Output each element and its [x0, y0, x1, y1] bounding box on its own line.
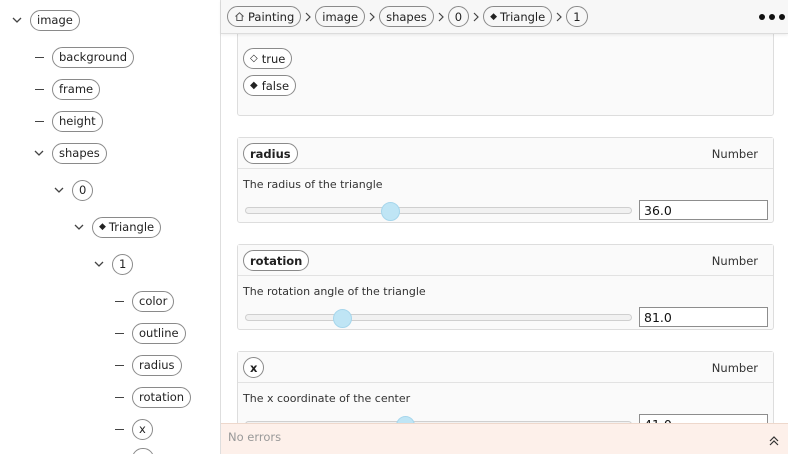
field-name-badge: rotation — [243, 250, 310, 271]
option-true-button[interactable]: ◇ true — [243, 48, 293, 69]
field-header: rotation Number — [238, 245, 773, 276]
leaf-dash-icon — [112, 418, 126, 440]
chevron-down-icon[interactable] — [32, 142, 46, 164]
tree-node-radius[interactable]: radius — [112, 354, 182, 376]
field-header: x Number — [238, 352, 773, 383]
chevron-down-icon[interactable] — [52, 179, 66, 201]
tree-node-background[interactable]: background — [32, 46, 135, 68]
option-false-button[interactable]: ◆ false — [243, 75, 297, 96]
expand-up-icon[interactable] — [768, 432, 780, 446]
radius-slider[interactable] — [245, 202, 632, 221]
chevron-right-icon — [469, 12, 483, 22]
chevron-right-icon — [365, 12, 379, 22]
slider-thumb[interactable] — [333, 309, 353, 328]
diamond-filled-icon: ◆ — [250, 80, 258, 91]
tree-node-shapes[interactable]: shapes — [32, 142, 107, 164]
error-status-text: No errors — [228, 430, 282, 444]
field-type-label: Number — [711, 147, 758, 161]
tree-node-partial — [112, 447, 154, 454]
rotation-slider[interactable] — [245, 309, 632, 328]
tree-node-label: height — [52, 110, 103, 132]
x-field-card: x Number The x coordinate of the center … — [237, 351, 774, 423]
more-options-icon[interactable] — [759, 7, 785, 27]
slider-track[interactable] — [245, 207, 632, 214]
chevron-right-icon — [434, 12, 448, 22]
tree-node-label: 0 — [72, 179, 94, 201]
field-name-badge: x — [243, 357, 265, 378]
rotation-field-card: rotation Number The rotation angle of th… — [237, 244, 774, 330]
breadcrumb-item-shapes[interactable]: shapes — [379, 6, 434, 27]
leaf-dash-icon — [112, 386, 126, 408]
breadcrumb-item-triangle[interactable]: ◆ Triangle — [483, 6, 553, 27]
tree-node-label: rotation — [132, 386, 192, 408]
tree-node-label: radius — [132, 354, 182, 376]
diamond-filled-icon: ◆ — [99, 222, 106, 232]
tree-node-label: frame — [52, 78, 101, 100]
radius-field-card: radius Number The radius of the triangle… — [237, 137, 774, 223]
rotation-number-input[interactable]: 81.0 — [639, 307, 768, 327]
breadcrumb-item-1[interactable]: 1 — [566, 6, 588, 27]
tree-node-label: color — [132, 290, 175, 312]
tree-node-label: x — [132, 418, 153, 440]
field-description: The rotation angle of the triangle — [243, 285, 426, 298]
field-name-badge: radius — [243, 143, 298, 164]
slider-thumb[interactable] — [395, 416, 415, 423]
diamond-outline-icon: ◇ — [250, 53, 258, 64]
field-type-label: Number — [711, 361, 758, 375]
leaf-dash-icon — [32, 46, 46, 68]
tree-node-image[interactable]: image — [10, 9, 80, 31]
tree-node-height[interactable]: height — [32, 110, 103, 132]
chevron-down-icon[interactable] — [92, 253, 106, 275]
leaf-dash-icon — [112, 322, 126, 344]
boolean-field-card: ◇ true ◆ false — [237, 34, 774, 116]
field-description: The x coordinate of the center — [243, 392, 411, 405]
breadcrumb-item-0[interactable]: 0 — [447, 6, 470, 27]
tree-node-frame[interactable]: frame — [32, 78, 101, 100]
breadcrumb-item-image[interactable]: image — [315, 6, 366, 27]
tree-node-color[interactable]: color — [112, 290, 175, 312]
tree-node-outline[interactable]: outline — [112, 322, 186, 344]
tree-node-label: 1 — [112, 253, 134, 275]
field-editor-panel: ◇ true ◆ false radius Number The radius … — [221, 34, 788, 423]
leaf-dash-icon — [112, 354, 126, 376]
tree-node-x[interactable]: x — [112, 418, 153, 440]
slider-track[interactable] — [245, 314, 632, 321]
tree-node-triangle[interactable]: ◆ Triangle — [72, 216, 162, 238]
chevron-right-icon — [552, 12, 566, 22]
leaf-dash-icon — [32, 78, 46, 100]
leaf-dash-icon — [112, 447, 126, 454]
chevron-right-icon — [301, 12, 315, 22]
tree-node-0[interactable]: 0 — [52, 179, 94, 201]
tree-node-label-clipped — [132, 447, 154, 454]
tree-node-label: ◆ Triangle — [92, 216, 162, 238]
x-number-input[interactable]: 41.0 — [639, 414, 768, 423]
tree-node-rotation[interactable]: rotation — [112, 386, 192, 408]
field-description: The radius of the triangle — [243, 178, 383, 191]
tree-node-label: image — [30, 9, 80, 31]
slider-thumb[interactable] — [381, 202, 401, 221]
tree-node-label: background — [52, 46, 135, 68]
breadcrumb-bar: Painting image shapes 0 ◆ Triangle 1 — [221, 0, 788, 34]
tree-node-label: outline — [132, 322, 186, 344]
breadcrumb: Painting image shapes 0 ◆ Triangle 1 — [227, 6, 588, 27]
radius-number-input[interactable]: 36.0 — [639, 200, 768, 220]
sidebar-tree: image background frame height shapes 0 ◆… — [0, 0, 221, 454]
leaf-dash-icon — [32, 110, 46, 132]
chevron-down-icon[interactable] — [10, 9, 24, 31]
field-header: radius Number — [238, 138, 773, 169]
breadcrumb-item-painting[interactable]: Painting — [227, 6, 302, 27]
home-icon — [234, 11, 245, 22]
chevron-down-icon[interactable] — [72, 216, 86, 238]
tree-node-label: shapes — [52, 142, 107, 164]
status-footer: No errors — [221, 423, 788, 454]
diamond-filled-icon: ◆ — [490, 11, 498, 22]
tree-node-1[interactable]: 1 — [92, 253, 134, 275]
leaf-dash-icon — [112, 290, 126, 312]
field-type-label: Number — [711, 254, 758, 268]
